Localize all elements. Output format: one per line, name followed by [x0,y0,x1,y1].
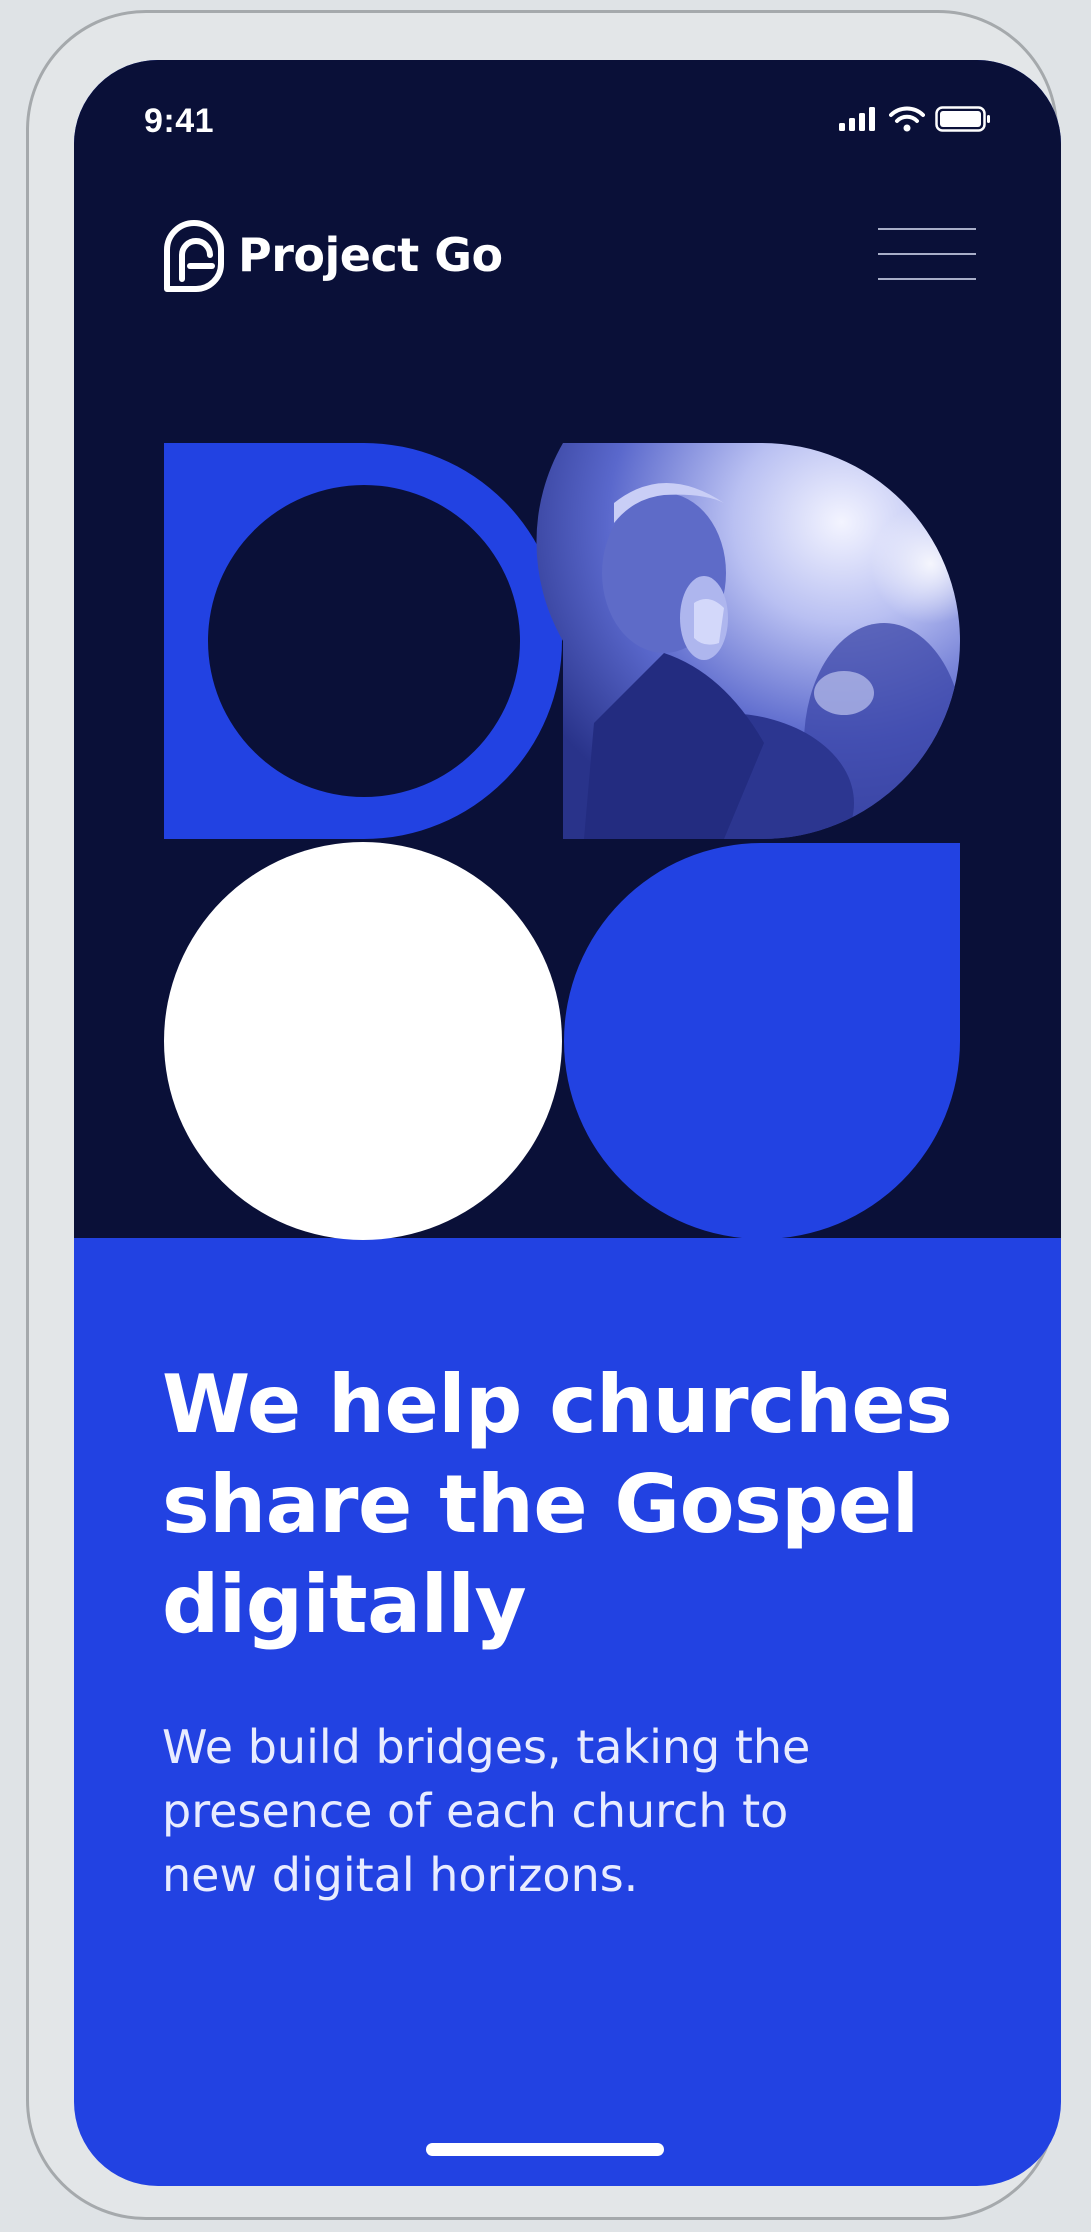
blue-drop-shape [564,843,960,1239]
status-icons [839,106,991,132]
blue-ring-shape [164,443,562,839]
hamburger-menu-icon[interactable] [878,228,976,280]
headline-line: We help churches [162,1358,953,1451]
brand-name: Project Go [238,228,503,282]
hero-subtitle: We build bridges, taking the presence of… [162,1715,962,1907]
headline-line: share the Gospel [162,1458,919,1551]
hero-headline: We help churches share the Gospel digita… [162,1355,992,1655]
project-go-logo-icon [164,220,224,292]
subtitle-line: new digital horizons. [162,1848,639,1902]
hero-shapes [164,443,960,1240]
white-circle-shape [164,842,562,1240]
home-indicator[interactable] [426,2143,664,2156]
battery-icon [935,106,990,132]
status-bar: 9:41 [74,60,1061,180]
brand-logo[interactable]: Project Go [162,200,503,310]
photo-circle-shape [536,443,960,839]
headline-line: digitally [162,1558,527,1651]
subtitle-line: presence of each church to [162,1784,789,1838]
wifi-icon [889,106,925,132]
cellular-signal-icon [839,107,875,131]
phone-screen: 9:41 Project Go We help churches share t… [74,60,1061,2186]
subtitle-line: We build bridges, taking the [162,1720,811,1774]
hero-section: 9:41 Project Go [74,60,1061,1240]
status-time: 9:41 [144,102,215,140]
navigation-bar: Project Go [74,200,1061,310]
